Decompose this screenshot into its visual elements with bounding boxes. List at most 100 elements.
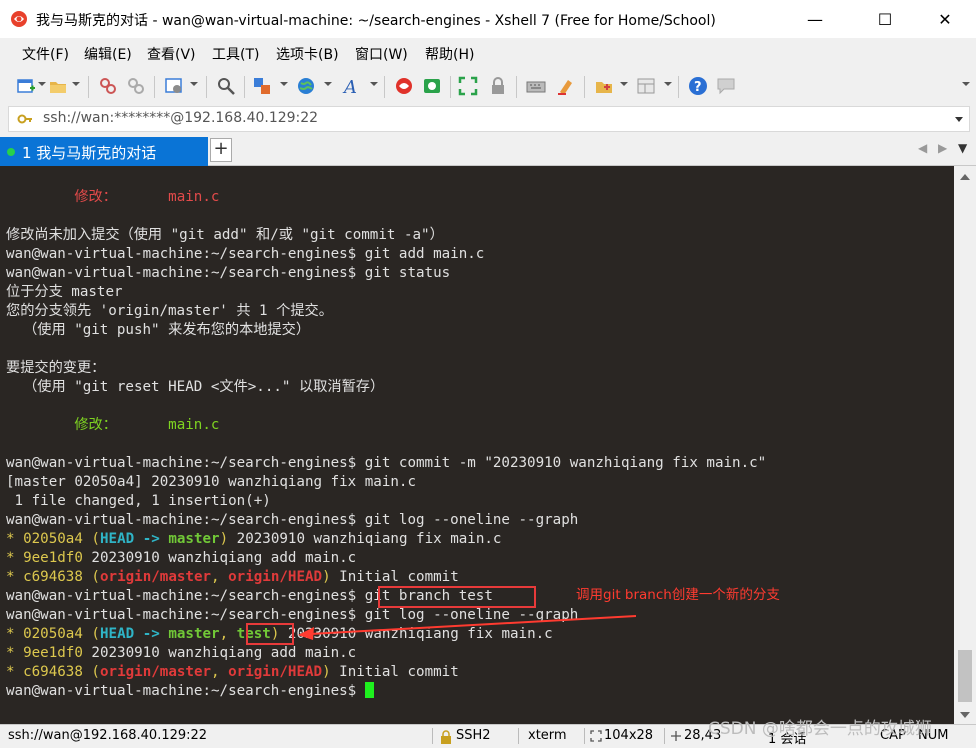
terminal-text: wan@wan-virtual-machine:~/search-engines… — [6, 512, 579, 528]
chevron-down-icon[interactable] — [370, 82, 378, 86]
terminal-text: 20230910 wanzhiqiang fix main.c — [228, 531, 502, 547]
terminal-text: HEAD -> — [99, 531, 169, 547]
menu-help[interactable]: 帮助(H) — [425, 44, 474, 64]
new-session-icon[interactable] — [16, 76, 36, 96]
scroll-up-icon[interactable] — [960, 174, 970, 180]
reconnect-icon[interactable] — [126, 76, 146, 96]
terminal-line: * 9ee1df0 20230910 wanzhiqiang add main.… — [6, 549, 766, 568]
highlight-icon[interactable] — [556, 76, 576, 96]
tab-bar: 1 我与马斯克的对话 ◀ ▶ ▼ — [0, 136, 976, 166]
chevron-down-icon[interactable] — [620, 82, 628, 86]
chevron-down-icon[interactable] — [72, 82, 80, 86]
terminal-text: ) — [322, 569, 331, 585]
menu-file[interactable]: 文件(F) — [22, 44, 69, 64]
terminal-text: origin/master — [99, 664, 212, 680]
tab-scroll-left-icon[interactable]: ◀ — [918, 141, 927, 155]
terminal-text: origin/HEAD — [228, 664, 323, 680]
menu-tabs[interactable]: 选项卡(B) — [276, 44, 339, 64]
toolbar-divider — [678, 76, 679, 98]
toolbar-divider — [384, 76, 385, 98]
svg-text:A: A — [342, 77, 357, 96]
xshell-icon[interactable] — [394, 76, 414, 96]
terminal-line: wan@wan-virtual-machine:~/search-engines… — [6, 264, 766, 283]
terminal-text: , — [219, 626, 237, 642]
transfer-icon[interactable] — [252, 76, 272, 96]
terminal-line: * 02050a4 (HEAD -> master) 20230910 wanz… — [6, 530, 766, 549]
maximize-button[interactable]: ☐ — [862, 0, 908, 38]
add-tab-button[interactable]: + — [210, 138, 232, 162]
tab-menu-icon[interactable]: ▼ — [958, 141, 967, 155]
tab-session-1[interactable]: 1 我与马斯克的对话 — [0, 137, 208, 166]
scroll-down-icon[interactable] — [960, 712, 970, 718]
address-input[interactable]: ssh://wan:********@192.168.40.129:22 — [43, 110, 318, 126]
menu-view[interactable]: 查看(V) — [147, 44, 196, 64]
chevron-down-icon[interactable] — [280, 82, 288, 86]
status-protocol: SSH2 — [456, 728, 491, 743]
menu-edit[interactable]: 编辑(E) — [84, 44, 132, 64]
address-bar[interactable]: ssh://wan:********@192.168.40.129:22 — [8, 106, 970, 132]
terminal-cursor — [364, 682, 374, 698]
chevron-down-icon[interactable] — [38, 82, 46, 86]
properties-icon[interactable] — [164, 76, 184, 96]
status-size: 104x28 — [604, 728, 654, 743]
watermark: CSDN @啥都会一点的攻城狮 — [708, 719, 932, 739]
script-icon[interactable] — [594, 76, 614, 96]
toolbar-divider — [154, 76, 155, 98]
terminal-text: c694638 — [23, 569, 83, 585]
terminal-text: Initial commit — [330, 569, 459, 585]
minimize-icon: — — [807, 9, 823, 29]
chevron-down-icon[interactable] — [955, 117, 963, 122]
terminal-line: （使用 "git reset HEAD <文件>..." 以取消暂存） — [6, 378, 766, 397]
terminal-line: * 9ee1df0 20230910 wanzhiqiang add main.… — [6, 644, 766, 663]
terminal-text: ( — [82, 664, 100, 680]
find-icon[interactable] — [216, 76, 236, 96]
open-folder-icon[interactable] — [48, 76, 68, 96]
chevron-down-icon[interactable] — [664, 82, 672, 86]
terminal-line: 您的分支领先 'origin/master' 共 1 个提交。 — [6, 302, 766, 321]
minimize-button[interactable]: — — [792, 0, 838, 38]
chevron-down-icon[interactable] — [324, 82, 332, 86]
lock-icon[interactable] — [488, 76, 508, 96]
menu-window[interactable]: 窗口(W) — [355, 44, 408, 64]
keyboard-icon[interactable] — [526, 76, 546, 96]
scrollbar-thumb[interactable] — [958, 650, 972, 702]
terminal-text: wan@wan-virtual-machine:~/search-engines… — [6, 683, 365, 699]
terminal-text: HEAD -> — [99, 626, 169, 642]
terminal-scrollbar[interactable] — [954, 166, 976, 724]
close-window-button[interactable]: ✕ — [922, 0, 968, 38]
terminal-text: 修改尚未加入提交（使用 "git add" 和/或 "git commit -a… — [6, 227, 444, 243]
chat-icon[interactable] — [716, 76, 736, 96]
terminal-text: master — [168, 626, 220, 642]
toolbar-divider — [88, 76, 89, 98]
terminal-text: 02050a4 — [23, 626, 83, 642]
terminal-text: origin/master — [99, 569, 212, 585]
font-icon[interactable]: A — [342, 76, 362, 96]
layout-icon[interactable] — [636, 76, 656, 96]
terminal-text: 您的分支领先 'origin/master' 共 1 个提交。 — [6, 303, 333, 319]
size-icon — [590, 730, 602, 742]
terminal-text: origin/HEAD — [228, 569, 323, 585]
status-divider — [432, 728, 433, 744]
fullscreen-icon[interactable] — [458, 76, 478, 96]
chevron-down-icon[interactable] — [962, 82, 970, 86]
terminal-line: 修改： main.c — [6, 188, 766, 207]
xftp-icon[interactable] — [422, 76, 442, 96]
disconnect-icon[interactable] — [98, 76, 118, 96]
terminal-text: 9ee1df0 — [23, 550, 83, 566]
terminal-text: * — [6, 626, 24, 642]
tab-scroll-right-icon[interactable]: ▶ — [938, 141, 947, 155]
terminal-text: [master 02050a4] 20230910 wanzhiqiang fi… — [6, 474, 416, 490]
terminal-text: （使用 "git reset HEAD <文件>..." 以取消暂存） — [6, 379, 385, 395]
menu-tools[interactable]: 工具(T) — [212, 44, 259, 64]
terminal-text: ( — [82, 626, 100, 642]
globe-icon[interactable] — [296, 76, 316, 96]
terminal-text: 1 file changed, 1 insertion(+) — [6, 493, 271, 509]
menu-bar: 文件(F) 编辑(E) 查看(V) 工具(T) 选项卡(B) 窗口(W) 帮助(… — [0, 38, 976, 68]
terminal-text: , — [211, 569, 229, 585]
toolbar-divider — [206, 76, 207, 98]
chevron-down-icon[interactable] — [190, 82, 198, 86]
toolbar-divider — [584, 76, 585, 98]
terminal-text: ( — [82, 531, 100, 547]
help-icon[interactable]: ? — [688, 76, 708, 96]
